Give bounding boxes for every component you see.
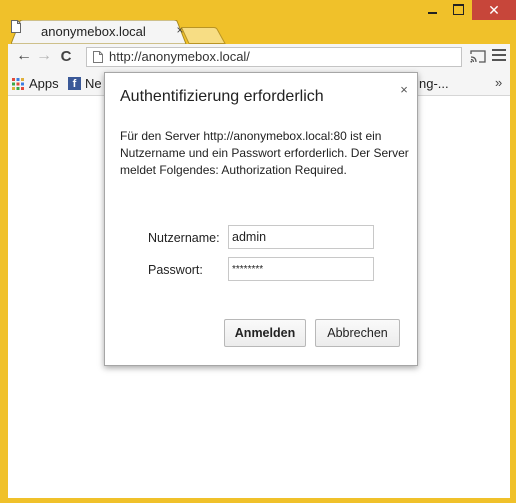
auth-dialog: Authentifizierung erforderlich × Für den…	[104, 72, 418, 366]
reload-icon[interactable]: C	[56, 48, 76, 65]
password-label: Passwort:	[148, 263, 203, 277]
bookmark-apps[interactable]: Apps	[29, 76, 59, 91]
page-icon	[93, 51, 103, 63]
back-icon[interactable]: ←	[14, 47, 34, 65]
browser-window: anonymebox.local × ✕ ← → C http://anonym…	[0, 0, 516, 503]
login-button[interactable]: Anmelden	[224, 319, 306, 347]
dialog-message: Für den Server http://anonymebox.local:8…	[120, 129, 409, 177]
url-text[interactable]: http://anonymebox.local/	[109, 49, 250, 64]
dialog-close-icon[interactable]: ×	[397, 82, 411, 97]
tab-anonymebox[interactable]: anonymebox.local ×	[11, 20, 191, 45]
password-field[interactable]	[228, 257, 374, 281]
bookmark-facebook[interactable]: Ne	[85, 76, 102, 91]
new-tab-button[interactable]	[181, 27, 226, 44]
tab-title: anonymebox.local	[41, 24, 146, 39]
page-icon	[11, 20, 21, 33]
address-bar[interactable]: http://anonymebox.local/	[86, 47, 462, 67]
minimize-button[interactable]	[419, 0, 445, 20]
cancel-button[interactable]: Abbrechen	[315, 319, 400, 347]
apps-grid-icon[interactable]	[12, 78, 24, 90]
maximize-button[interactable]	[445, 0, 472, 20]
dialog-title: Authentifizierung erforderlich	[120, 88, 324, 105]
window-close-button[interactable]: ✕	[472, 0, 516, 20]
bookmarks-overflow-icon[interactable]: »	[495, 75, 502, 90]
forward-icon[interactable]: →	[34, 47, 54, 65]
bookmark-truncated[interactable]: ng-...	[419, 76, 449, 91]
title-bar: anonymebox.local × ✕	[0, 0, 516, 45]
cast-icon[interactable]	[470, 50, 486, 63]
menu-icon[interactable]	[492, 49, 506, 63]
username-field[interactable]	[228, 225, 374, 249]
facebook-icon[interactable]: f	[68, 77, 81, 90]
toolbar: ← → C http://anonymebox.local/	[8, 44, 510, 72]
username-label: Nutzername:	[148, 231, 220, 245]
